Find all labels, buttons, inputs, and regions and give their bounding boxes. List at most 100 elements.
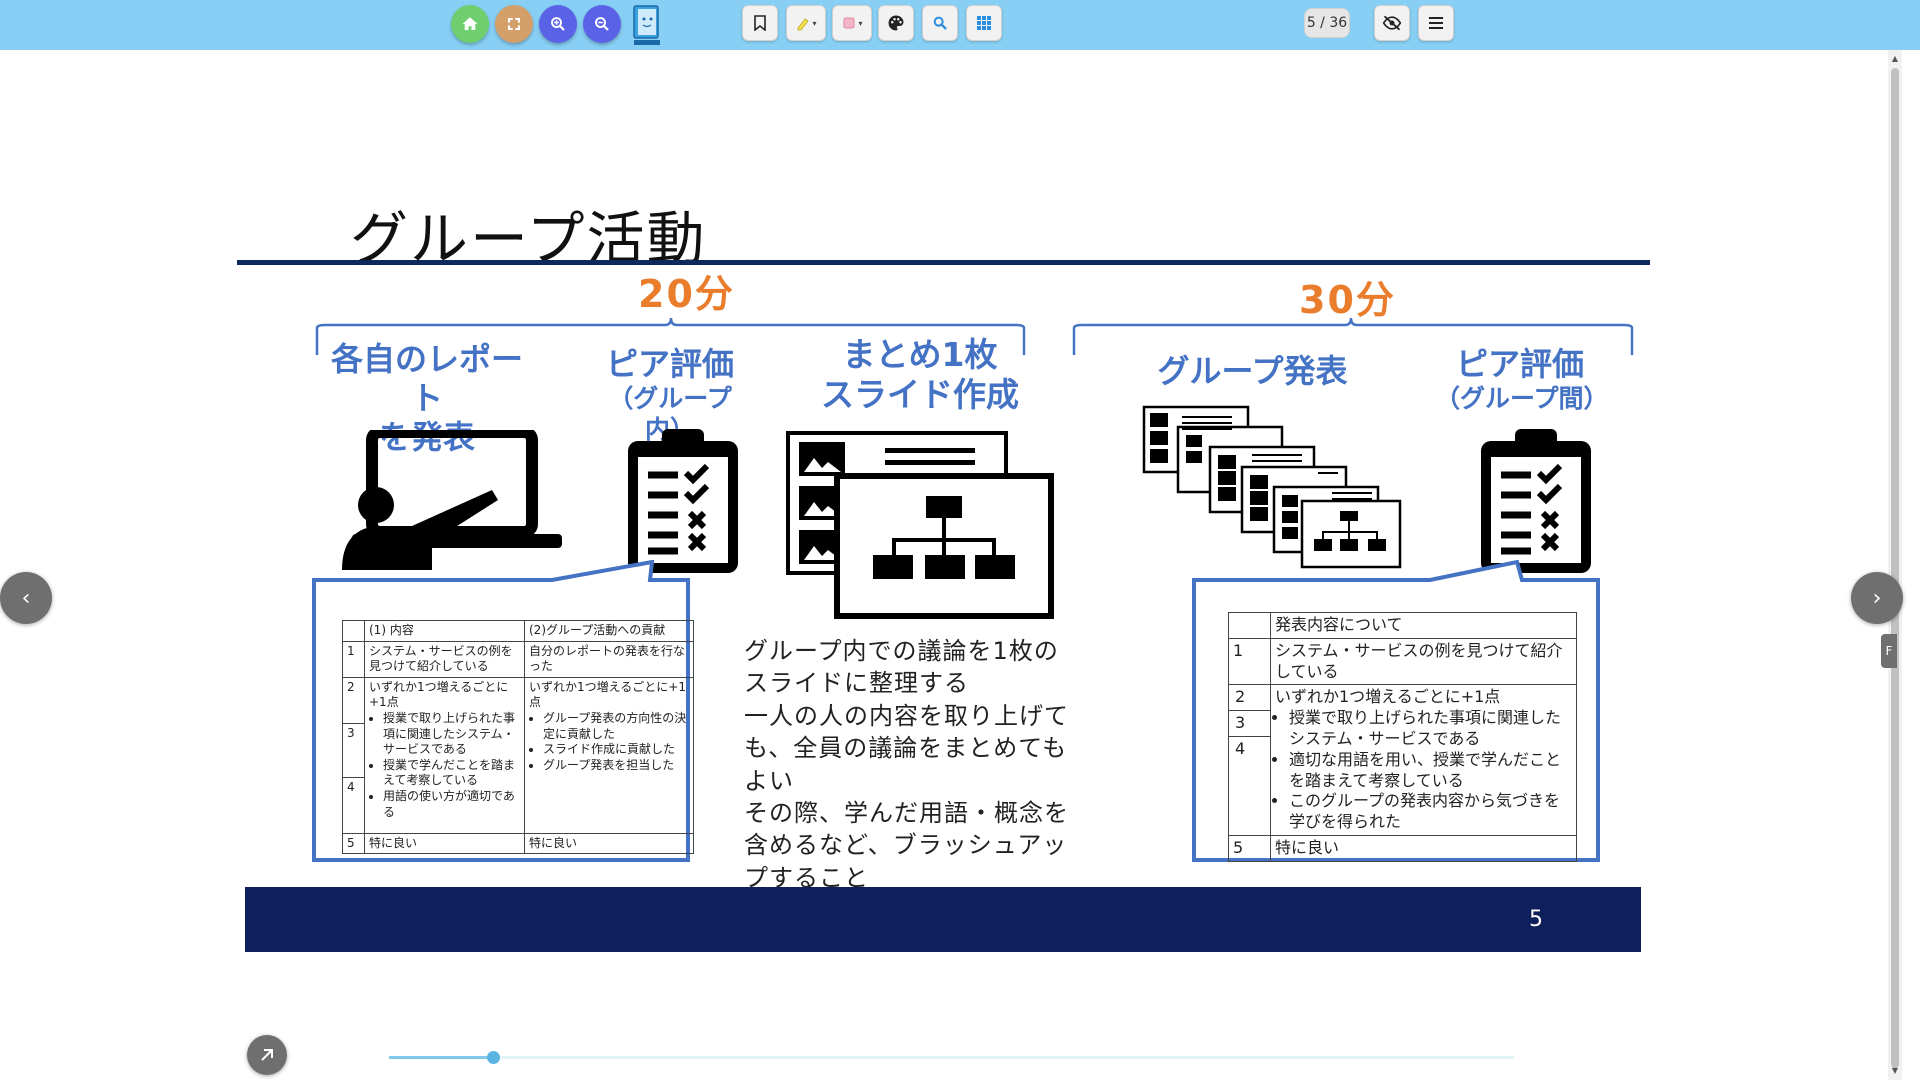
- criteria-intro: いずれか1つ増えるごとに+1点: [1275, 687, 1501, 707]
- menu-icon: [1429, 17, 1443, 29]
- summary-slide-icon: [786, 431, 1054, 619]
- table-cell: いずれか1つ増えるごとに+1点 授業で取り上げられた事項に関連したシステム・サー…: [364, 676, 525, 834]
- step-summary-slide: まとめ1枚 スライド作成: [815, 335, 1025, 416]
- eraser-icon: [843, 17, 855, 29]
- scrollbar-thumb[interactable]: [1891, 68, 1899, 1068]
- fullscreen-button[interactable]: [495, 5, 533, 43]
- criteria-list: グループ発表の方向性の決定に貢献した スライド作成に貢献した グループ発表を担当…: [529, 711, 689, 773]
- chevron-left-icon: ‹: [21, 585, 31, 611]
- table-row: 5 特に良い: [1228, 834, 1577, 862]
- table-cell: 5: [342, 832, 365, 855]
- page-slider-fill: [389, 1056, 493, 1059]
- eraser-button[interactable]: ▾: [832, 5, 872, 41]
- palette-button[interactable]: [878, 5, 914, 41]
- score-2: 2: [343, 678, 364, 724]
- highlighter-button[interactable]: ▾: [786, 5, 826, 41]
- zoom-out-button[interactable]: [583, 5, 621, 43]
- list-item: 授業で学んだことを踏まえて考察している: [383, 758, 520, 789]
- paragraph-line: 一人の人の内容を取り上げて: [744, 701, 1069, 730]
- table-row: 2 3 4 いずれか1つ増えるごとに+1点 授業で取り上げられた事項に関連したシ…: [342, 676, 694, 834]
- table-cell: いずれか1つ増えるごとに+1点 授業で取り上げられた事項に関連したシステム・サー…: [1270, 684, 1577, 836]
- slide-footer: 5: [245, 887, 1641, 952]
- clipboard-checklist-icon: [628, 429, 738, 573]
- list-item: 授業で取り上げられた事項に関連したシステム・サービスである: [1289, 708, 1572, 750]
- table-cell: 特に良い: [1270, 834, 1577, 862]
- chevron-down-icon: ▾: [812, 18, 817, 28]
- home-icon: [462, 17, 478, 30]
- bookmark-icon: [754, 15, 766, 31]
- slide-page-number: 5: [1529, 907, 1543, 932]
- expand-button[interactable]: [247, 1035, 287, 1075]
- step-peer-review2-label: ピア評価: [1455, 345, 1584, 383]
- rubric-table-individual: (1) 内容 (2)グループ活動への貢献 1 システム・サービスの例を見つけて紹…: [342, 620, 694, 855]
- table-cell: [342, 620, 365, 642]
- table-row: 5 特に良い 特に良い: [342, 832, 694, 855]
- list-item: グループ発表の方向性の決定に貢献した: [543, 711, 689, 742]
- paragraph-line: その際、学んだ用語・概念を: [744, 798, 1069, 827]
- zoom-out-icon: [595, 17, 609, 31]
- table-cell: 5: [1228, 834, 1271, 862]
- table-cell: 1: [1228, 637, 1271, 686]
- instructions-paragraph: グループ内での議論を1枚の スライドに整理する 一人の人の内容を取り上げて も、…: [744, 635, 1094, 894]
- app-logo: [630, 3, 664, 47]
- prev-page-button[interactable]: ‹: [0, 572, 52, 624]
- side-panel-tab[interactable]: F: [1881, 634, 1897, 668]
- table-header: (2)グループ活動への貢献: [524, 620, 694, 642]
- step-group-presentation: グループ発表: [1157, 352, 1348, 390]
- scroll-down-icon[interactable]: ▼: [1888, 1064, 1902, 1078]
- list-item: 用語の使い方が適切である: [383, 789, 520, 820]
- rubric-table-group: 発表内容について 1 システム・サービスの例を見つけて紹介している 2 3 4 …: [1228, 612, 1577, 862]
- criteria-intro: いずれか1つ増えるごとに+1点: [369, 679, 509, 710]
- table-header: (1) 内容: [364, 620, 525, 642]
- presenter-icon: [342, 430, 562, 570]
- zoom-in-icon: [551, 17, 565, 31]
- paragraph-line: 含めるなど、ブラッシュアッ: [744, 831, 1068, 860]
- table-cell: 特に良い: [364, 832, 525, 855]
- table-cell: いずれか1つ増えるごとに+1点 グループ発表の方向性の決定に貢献した スライド作…: [524, 676, 694, 834]
- table-cell: 自分のレポートの発表を行なった: [524, 640, 694, 678]
- scroll-up-icon[interactable]: ▲: [1888, 52, 1902, 66]
- table-row: 1 システム・サービスの例を見つけて紹介している: [1228, 637, 1577, 686]
- step-peer-review-label: ピア評価: [605, 345, 734, 383]
- chevron-down-icon: ▾: [858, 18, 863, 28]
- chevron-right-icon: ›: [1872, 585, 1882, 611]
- step-peer-review-between: ピア評価 （グループ間）: [1435, 345, 1609, 415]
- page-slider-handle[interactable]: [487, 1051, 500, 1064]
- page-slider-track[interactable]: [389, 1056, 1514, 1059]
- page-indicator[interactable]: 5 / 36: [1304, 8, 1350, 38]
- thumbnails-button[interactable]: [966, 5, 1002, 41]
- paragraph-line: スライドに整理する: [744, 669, 969, 698]
- step-own-report-line1: 各自のレポート: [330, 340, 523, 418]
- palette-icon: [888, 15, 904, 31]
- bookmark-button[interactable]: [742, 5, 778, 41]
- score-2: 2: [1229, 685, 1270, 712]
- paragraph-line: も、全員の議論をまとめても: [744, 734, 1068, 763]
- table-header: 発表内容について: [1270, 612, 1577, 639]
- list-item: 授業で取り上げられた事項に関連したシステム・サービスである: [383, 711, 520, 758]
- table-cell: 特に良い: [524, 832, 694, 855]
- table-cell-numbers: 2 3 4: [342, 676, 365, 834]
- table-cell: 1: [342, 640, 365, 678]
- table-row: 1 システム・サービスの例を見つけて紹介している 自分のレポートの発表を行なった: [342, 640, 694, 678]
- fullscreen-icon: [508, 18, 520, 30]
- zoom-in-button[interactable]: [539, 5, 577, 43]
- search-button[interactable]: [922, 5, 958, 41]
- hide-annotations-button[interactable]: [1374, 5, 1410, 41]
- search-icon: [933, 16, 947, 30]
- table-row: 発表内容について: [1228, 612, 1577, 639]
- criteria-intro: いずれか1つ増えるごとに+1点: [529, 679, 686, 710]
- list-item: スライド作成に貢献した: [543, 742, 689, 758]
- list-item: このグループの発表内容から気づきを学びを得られた: [1289, 791, 1572, 833]
- score-4: 4: [1235, 739, 1246, 759]
- next-page-button[interactable]: ›: [1851, 572, 1903, 624]
- group-presentations-icon: [1142, 405, 1402, 569]
- home-button[interactable]: [451, 5, 489, 43]
- table-cell-numbers: 2 3 4: [1228, 684, 1271, 836]
- score-3: 3: [343, 724, 364, 778]
- hide-icon: [1382, 15, 1402, 31]
- menu-button[interactable]: [1418, 5, 1454, 41]
- list-item: 適切な用語を用い、授業で学んだことを踏まえて考察している: [1289, 750, 1572, 792]
- highlighter-icon: [798, 18, 810, 31]
- criteria-list: 授業で取り上げられた事項に関連したシステム・サービスである 授業で学んだことを踏…: [369, 711, 520, 820]
- step-summary-line2: スライド作成: [821, 375, 1019, 415]
